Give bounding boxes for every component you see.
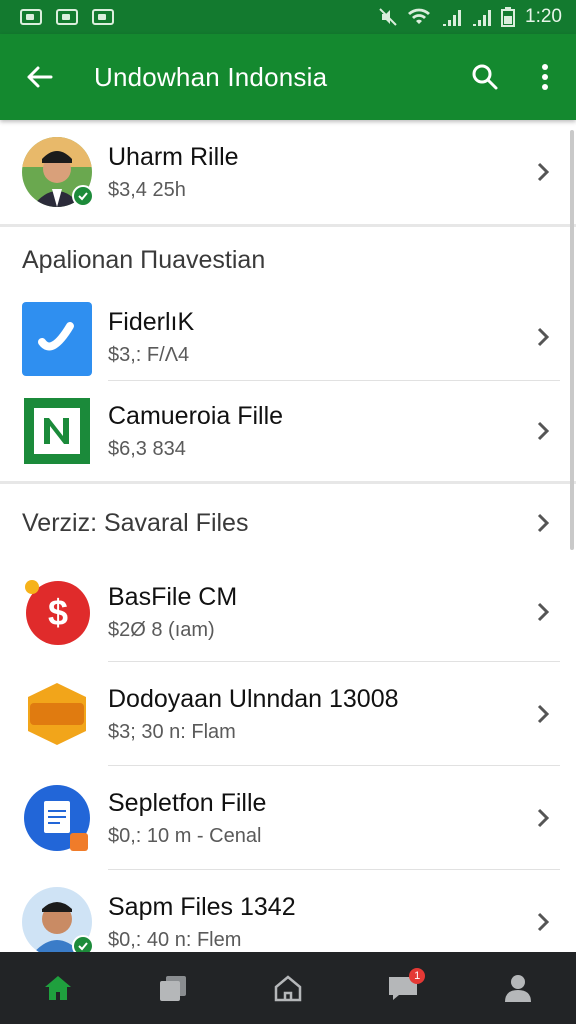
back-button[interactable] — [22, 60, 56, 94]
chevron-right-icon — [537, 808, 550, 828]
content-list[interactable]: Uharm Rille $3,4 25h Apalionan Πuavestia… — [0, 120, 576, 952]
profile-sub: $3,4 25h — [108, 178, 186, 201]
chevron-right-icon — [537, 421, 550, 441]
document-icon — [24, 785, 90, 851]
chevron-right-icon — [537, 162, 550, 182]
item-sub: $0,: 10 m - Cenal — [108, 824, 262, 847]
chevron-right-icon — [537, 704, 550, 724]
svg-text:$: $ — [48, 592, 68, 633]
item-name: Sapm Files 1342 — [108, 892, 296, 921]
nav-store[interactable] — [258, 958, 318, 1018]
notification-icon — [20, 9, 42, 25]
home-icon — [44, 976, 71, 1000]
item-sub: $2Ø 8 (ıam) — [108, 618, 215, 641]
item-name: BasFile CM — [108, 582, 238, 611]
home-outline-icon — [274, 975, 302, 1002]
app-icon — [22, 679, 92, 749]
app-icon — [22, 396, 92, 466]
profile-avatar — [22, 137, 94, 207]
profile-name: Uharm Rille — [108, 142, 239, 171]
verified-badge-icon — [72, 185, 94, 207]
verified-badge-icon — [72, 935, 94, 952]
section-header: Verziz: Savaral Files — [22, 508, 249, 537]
nav-files[interactable] — [143, 958, 203, 1018]
wifi-icon — [408, 8, 431, 24]
list-item[interactable]: FiderlıK $3,: F/Λ4 — [0, 293, 576, 381]
list-item[interactable]: Dodoyaan Ulnndan 13008 $3; 30 n: Flam — [0, 662, 576, 766]
list-item[interactable]: Sepletfon Fille $0,: 10 m - Cenal — [0, 766, 576, 870]
section-header-row[interactable]: Verziz: Savaral Files — [0, 484, 576, 562]
n-app-icon — [24, 398, 90, 464]
nav-messages[interactable]: 1 — [373, 958, 433, 1018]
item-name: Camueroia Fille — [108, 401, 284, 430]
item-sub: $6,3 834 — [108, 437, 186, 460]
app-icon — [22, 887, 94, 952]
nav-home[interactable] — [28, 958, 88, 1018]
battery-icon — [501, 7, 516, 27]
bottom-navigation: 1 — [0, 952, 576, 1024]
section-header: Apalionan Πuavestian — [22, 245, 266, 274]
signal-icon — [473, 10, 492, 26]
profile-row[interactable]: Uharm Rille $3,4 25h — [0, 120, 576, 224]
mute-icon — [379, 8, 397, 26]
nav-profile[interactable] — [488, 958, 548, 1018]
status-bar: 1:20 — [0, 0, 576, 34]
search-button[interactable] — [468, 60, 502, 94]
item-name: Sepletfon Fille — [108, 788, 267, 817]
app-icon: $ — [22, 577, 92, 647]
item-name: FiderlıK — [108, 307, 195, 336]
status-time: 1:20 — [525, 6, 562, 27]
kos-badge-icon — [28, 683, 86, 745]
person-icon — [505, 975, 532, 1002]
cards-icon — [159, 976, 186, 1001]
search-icon — [472, 64, 498, 90]
list-item[interactable]: $ BasFile CM $2Ø 8 (ıam) — [0, 562, 576, 662]
signal-icon — [443, 10, 462, 26]
app-icon — [22, 783, 92, 853]
chevron-right-icon — [537, 602, 550, 622]
item-name: Dodoyaan Ulnndan 13008 — [108, 684, 399, 713]
chevron-right-icon — [537, 327, 550, 347]
dollar-coin-icon: $ — [25, 580, 90, 645]
overflow-menu-button[interactable] — [528, 60, 562, 94]
notification-icon — [92, 9, 114, 25]
notification-icon — [56, 9, 78, 25]
app-icon — [22, 302, 92, 376]
list-item[interactable]: Sapm Files 1342 $0,: 40 n: Flem — [0, 870, 576, 952]
item-sub: $3,: F/Λ4 — [108, 343, 190, 366]
list-item[interactable]: Camueroia Fille $6,3 834 — [0, 381, 576, 481]
phone-app-icon — [22, 302, 92, 376]
notification-badge: 1 — [409, 968, 426, 984]
app-bar: Undowhan Indonsia — [0, 34, 576, 120]
page-title: Undowhan Indonsia — [94, 61, 328, 92]
item-sub: $3; 30 n: Flam — [108, 720, 236, 743]
chevron-right-icon — [537, 912, 550, 932]
item-sub: $0,: 40 n: Flem — [108, 928, 242, 951]
chevron-right-icon — [537, 513, 550, 533]
more-vertical-icon — [542, 64, 548, 90]
back-arrow-icon — [27, 66, 53, 88]
